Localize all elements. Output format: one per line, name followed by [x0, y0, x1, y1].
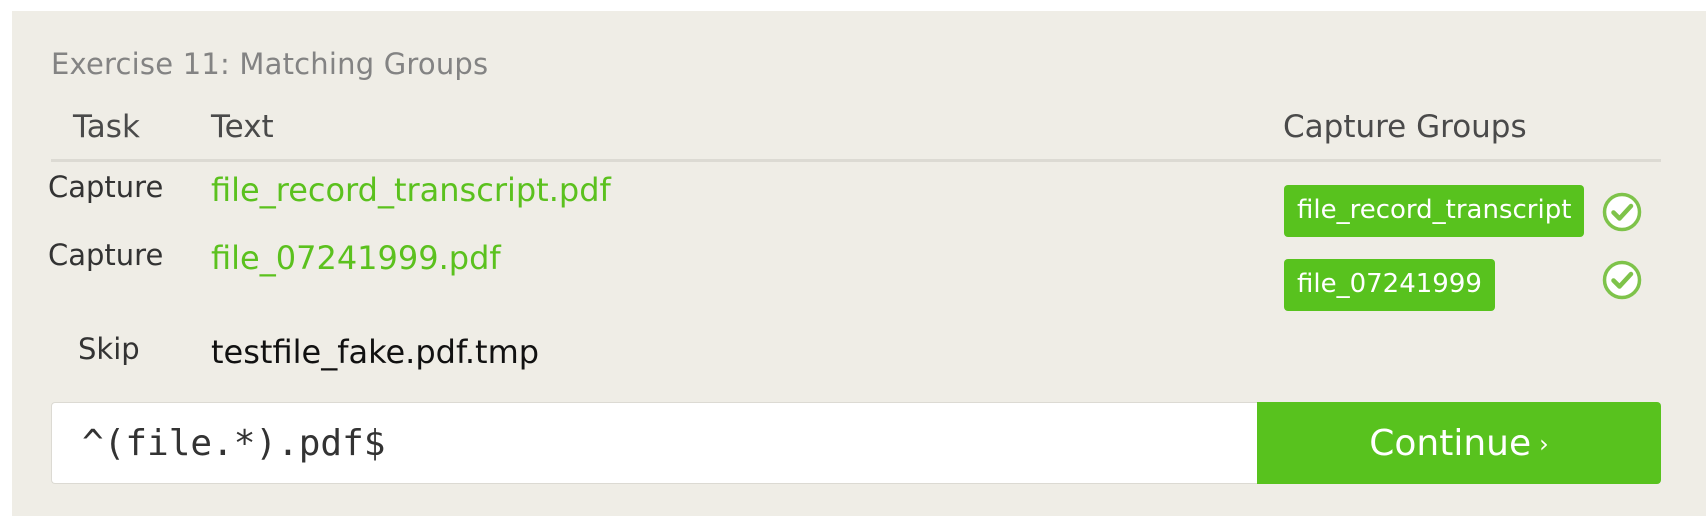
check-circle-icon [1602, 192, 1642, 232]
header-divider [51, 159, 1661, 162]
row-2-text: file_07241999.pdf [211, 239, 501, 277]
row-3-text: testfile_fake.pdf.tmp [211, 333, 540, 371]
row-3-task: Skip [78, 332, 140, 366]
row-1-text: file_record_transcript.pdf [211, 171, 611, 209]
check-circle-icon [1602, 260, 1642, 300]
exercise-title: Exercise 11: Matching Groups [51, 47, 489, 81]
row-2-capture-group-badge: file_07241999 [1284, 259, 1495, 311]
chevron-right-icon: › [1539, 430, 1549, 458]
column-header-capture-groups: Capture Groups [1283, 109, 1527, 145]
regex-input-row: Continue› [51, 402, 1661, 484]
row-1-capture-group-badge: file_record_transcript [1284, 185, 1585, 237]
continue-button-label: Continue [1369, 423, 1532, 464]
continue-button[interactable]: Continue › [1257, 402, 1661, 484]
column-header-task: Task [73, 109, 140, 145]
regex-input[interactable] [51, 402, 1257, 484]
row-2-task: Capture [48, 238, 164, 272]
row-1-task: Capture [48, 170, 164, 204]
exercise-panel: Exercise 11: Matching Groups Task Text C… [12, 11, 1706, 516]
column-header-text: Text [211, 109, 274, 145]
